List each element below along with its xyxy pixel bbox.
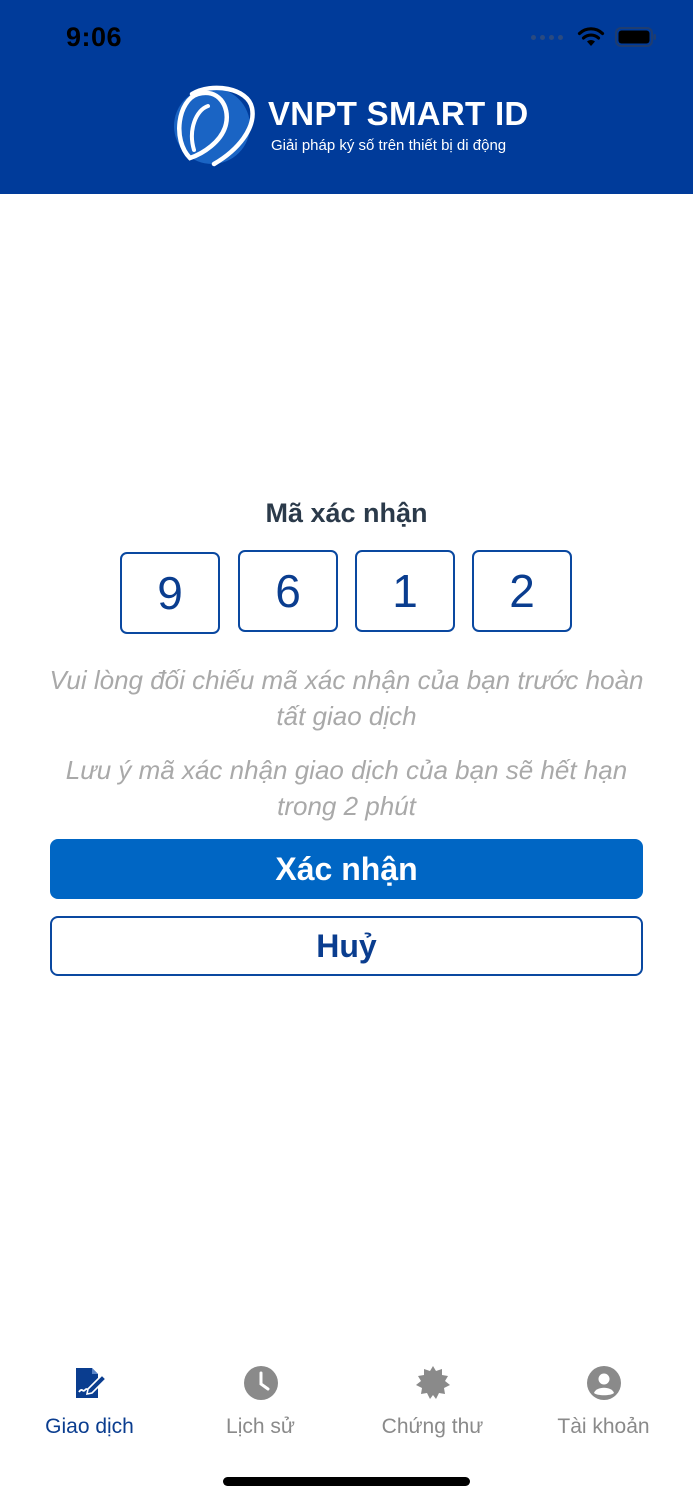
verification-code-title: Mã xác nhận <box>265 498 428 528</box>
bottom-tab-bar: Giao dịch Lịch sử Chứng thư Tài khoản <box>0 1365 693 1455</box>
cellular-signal-icon <box>531 34 563 40</box>
code-digit-4: 2 <box>472 550 572 632</box>
tab-label: Chứng thư <box>381 1415 484 1438</box>
status-indicators <box>531 26 657 48</box>
cancel-button[interactable]: Huỷ <box>50 916 643 976</box>
confirm-button[interactable]: Xác nhận <box>50 839 643 899</box>
status-time: 9:06 <box>66 22 123 52</box>
verification-note: Vui lòng đối chiếu mã xác nhận của bạn t… <box>49 665 644 731</box>
clock-icon <box>243 1366 278 1400</box>
account-icon <box>586 1366 621 1400</box>
expiry-note: Lưu ý mã xác nhận giao dịch của bạn sẽ h… <box>65 755 628 821</box>
wifi-icon <box>577 27 605 46</box>
sign-document-icon <box>75 1368 107 1398</box>
home-indicator[interactable] <box>223 1477 470 1486</box>
tab-lich-su[interactable]: Lịch sử <box>174 1365 347 1455</box>
code-digit-1: 9 <box>120 552 220 634</box>
battery-icon <box>615 27 656 47</box>
tab-giao-dich[interactable]: Giao dịch <box>3 1365 176 1455</box>
code-digit-3: 1 <box>355 550 455 632</box>
tab-label: Tài khoản <box>557 1415 650 1438</box>
app-header: 9:06 VNPT SMART ID Giải pháp ký số trên … <box>0 0 693 194</box>
tab-chung-thu[interactable]: Chứng thư <box>346 1365 519 1455</box>
vnpt-logo-icon <box>174 85 255 167</box>
brand: VNPT SMART ID Giải pháp ký số trên thiết… <box>168 80 529 172</box>
tab-tai-khoan[interactable]: Tài khoản <box>517 1365 690 1455</box>
certificate-badge-icon <box>415 1366 450 1399</box>
tab-label: Lịch sử <box>226 1415 295 1438</box>
verification-code: 9 6 1 2 <box>120 550 574 634</box>
code-digit-2: 6 <box>238 550 338 632</box>
tab-label: Giao dịch <box>45 1415 134 1438</box>
brand-title: VNPT SMART ID <box>268 94 529 132</box>
brand-subtitle: Giải pháp ký số trên thiết bị di động <box>271 136 507 154</box>
